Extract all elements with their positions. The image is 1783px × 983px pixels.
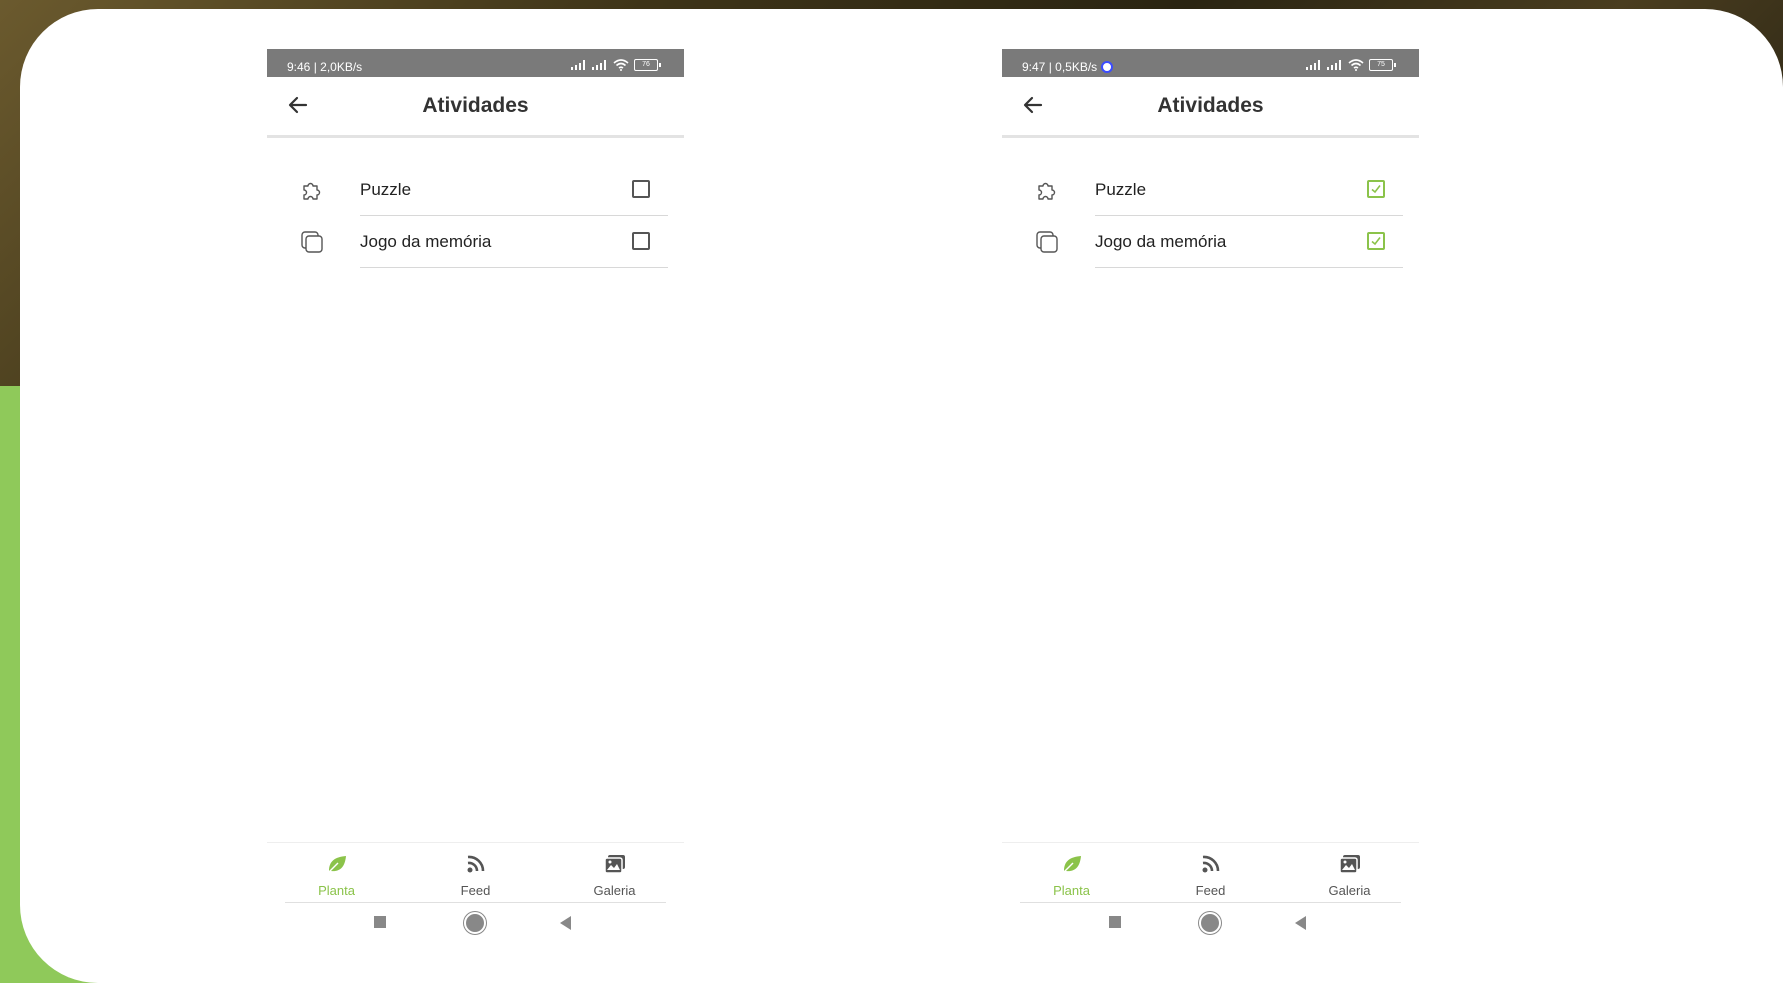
rss-feed-icon xyxy=(1202,855,1219,873)
status-time-speed: 9:46 | 2,0KB/s xyxy=(287,60,363,74)
gallery-icon xyxy=(603,855,625,874)
battery-icon: 76 xyxy=(634,59,661,71)
copy-cards-icon xyxy=(1036,231,1058,253)
nav-item-planta[interactable]: Planta xyxy=(1002,843,1141,903)
recents-button[interactable] xyxy=(374,916,386,928)
nav-label: Galeria xyxy=(593,883,636,898)
activity-list: Puzzle Jogo da memória xyxy=(267,164,684,268)
system-navigation-bar xyxy=(267,909,684,934)
signal-icon xyxy=(592,60,608,70)
rss-feed-icon xyxy=(467,855,484,873)
checkmark-icon xyxy=(1371,237,1381,246)
phone-screen-before: 9:46 | 2,0KB/s 76 Atividades Puzzle Jogo… xyxy=(267,49,684,934)
page-title: Atividades xyxy=(422,94,529,117)
item-label: Jogo da memória xyxy=(360,232,492,251)
nav-label: Planta xyxy=(318,883,355,898)
copy-cards-icon xyxy=(301,231,323,253)
sync-indicator-icon xyxy=(1101,61,1114,73)
checkbox-unchecked[interactable] xyxy=(632,232,650,250)
page-title: Atividades xyxy=(1157,94,1264,117)
item-label: Puzzle xyxy=(1095,180,1147,199)
nav-item-galeria[interactable]: Galeria xyxy=(545,843,684,903)
item-label: Puzzle xyxy=(360,180,412,199)
list-item-puzzle[interactable]: Puzzle xyxy=(1002,164,1419,216)
list-item-puzzle[interactable]: Puzzle xyxy=(267,164,684,216)
nav-item-galeria[interactable]: Galeria xyxy=(1280,843,1419,903)
system-navigation-bar xyxy=(1002,909,1419,934)
item-label: Jogo da memória xyxy=(1095,232,1227,251)
divider xyxy=(1095,267,1403,268)
wifi-icon xyxy=(613,59,629,71)
nav-item-feed[interactable]: Feed xyxy=(1141,843,1280,903)
battery-icon: 75 xyxy=(1369,59,1396,71)
nav-label: Feed xyxy=(460,883,491,898)
nav-label: Feed xyxy=(1195,883,1226,898)
status-bar: 9:47 | 0,5KB/s 75 xyxy=(1002,49,1419,77)
nav-item-planta[interactable]: Planta xyxy=(267,843,406,903)
status-time-speed: 9:47 | 0,5KB/s xyxy=(1022,60,1114,74)
divider xyxy=(1020,902,1401,903)
checkmark-icon xyxy=(1371,185,1381,194)
signal-icon xyxy=(571,60,587,70)
phone-screen-after: 9:47 | 0,5KB/s 75 Atividades Puzzle Jogo… xyxy=(1002,49,1419,934)
nav-item-feed[interactable]: Feed xyxy=(406,843,545,903)
puzzle-icon xyxy=(303,182,321,200)
checkbox-unchecked[interactable] xyxy=(632,180,650,198)
wifi-icon xyxy=(1348,59,1364,71)
gallery-icon xyxy=(1338,855,1360,874)
status-bar: 9:46 | 2,0KB/s 76 xyxy=(267,49,684,77)
nav-label: Galeria xyxy=(1328,883,1371,898)
puzzle-icon xyxy=(1038,182,1056,200)
leaf-icon xyxy=(327,856,346,874)
home-button[interactable] xyxy=(1199,912,1221,934)
list-item-memory-game[interactable]: Jogo da memória xyxy=(267,216,684,268)
signal-icon xyxy=(1306,60,1322,70)
system-back-button[interactable] xyxy=(1295,916,1306,930)
divider xyxy=(285,902,666,903)
checkbox-checked[interactable] xyxy=(1367,232,1385,250)
list-item-memory-game[interactable]: Jogo da memória xyxy=(1002,216,1419,268)
app-bar: Atividades xyxy=(1002,77,1419,138)
nav-label: Planta xyxy=(1053,883,1090,898)
system-back-button[interactable] xyxy=(560,916,571,930)
divider xyxy=(360,267,668,268)
app-bar: Atividades xyxy=(267,77,684,138)
checkbox-checked[interactable] xyxy=(1367,180,1385,198)
bottom-navigation: Planta Feed Galeria xyxy=(1002,842,1419,903)
home-button[interactable] xyxy=(464,912,486,934)
leaf-icon xyxy=(1062,856,1081,874)
activity-list: Puzzle Jogo da memória xyxy=(1002,164,1419,268)
recents-button[interactable] xyxy=(1109,916,1121,928)
bottom-navigation: Planta Feed Galeria xyxy=(267,842,684,903)
signal-icon xyxy=(1327,60,1343,70)
